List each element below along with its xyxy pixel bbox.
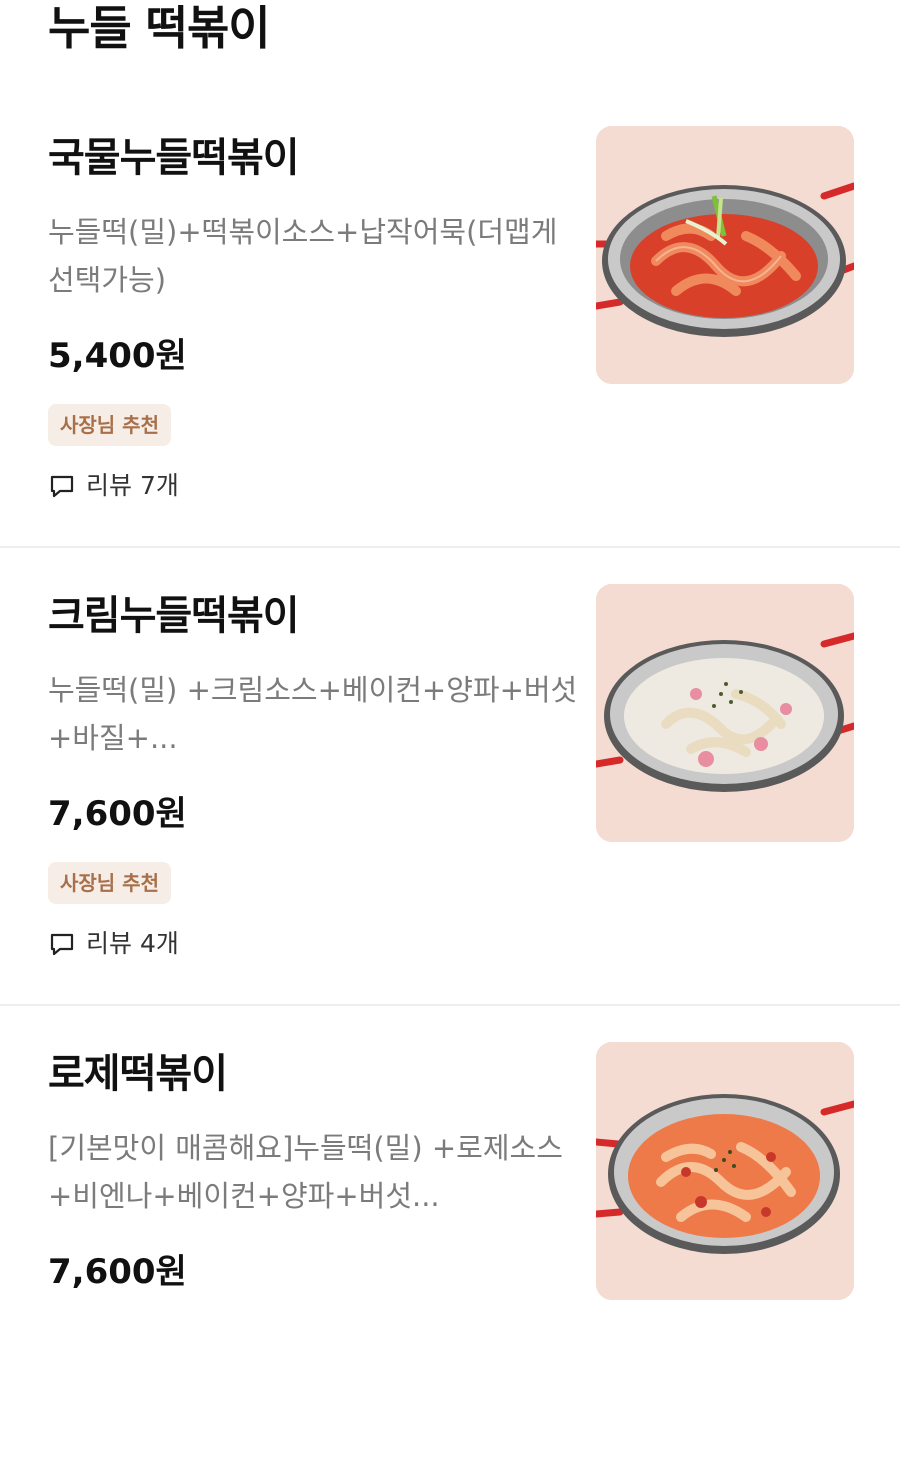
speech-bubble-icon (48, 930, 76, 958)
menu-item-info: 국물누들떡볶이 누들떡(밀)+떡볶이소스+납작어묵(더맵게 선택가능) 5,40… (48, 130, 578, 506)
menu-item-price: 7,600원 (48, 1252, 187, 1292)
menu-item-info: 로제떡볶이 [기본맛이 매콤해요]누들떡(밀) +로제소스+비엔나+베이컨+양파… (48, 1046, 578, 1296)
section-title: 누들 떡볶이 (48, 1, 271, 55)
menu-item-description: 누들떡(밀) +크림소스+베이컨+양파+버섯+바질+... (48, 673, 578, 755)
cream-tteokbokki-photo[interactable] (596, 584, 854, 842)
menu-item-description: 누들떡(밀)+떡볶이소스+납작어묵(더맵게 선택가능) (48, 215, 558, 297)
menu-item-cream-noodle-tteokbokki[interactable]: 크림누들떡볶이 누들떡(밀) +크림소스+베이컨+양파+버섯+바질+... 7,… (0, 548, 900, 1006)
menu-list: 국물누들떡볶이 누들떡(밀)+떡볶이소스+납작어묵(더맵게 선택가능) 5,40… (0, 90, 900, 1462)
menu-item-rose-tteokbokki[interactable]: 로제떡볶이 [기본맛이 매콤해요]누들떡(밀) +로제소스+비엔나+베이컨+양파… (0, 1006, 900, 1462)
menu-item-name: 크림누들떡볶이 (48, 593, 300, 639)
menu-item-name: 국물누들떡볶이 (48, 135, 300, 181)
menu-item-price: 7,600원 (48, 794, 187, 834)
red-tteokbokki-photo[interactable] (596, 126, 854, 384)
menu-item-info: 크림누들떡볶이 누들떡(밀) +크림소스+베이컨+양파+버섯+바질+... 7,… (48, 588, 578, 964)
rose-tteokbokki-photo[interactable] (596, 1042, 854, 1300)
menu-item-description: [기본맛이 매콤해요]누들떡(밀) +로제소스+비엔나+베이컨+양파+버섯... (48, 1131, 563, 1213)
review-count-label: 리뷰 4개 (86, 929, 179, 958)
review-count-label: 리뷰 7개 (86, 471, 179, 500)
owner-recommend-badge: 사장님 추천 (48, 862, 171, 904)
menu-item-name: 로제떡볶이 (48, 1051, 228, 1097)
menu-item-guksu-noodle-tteokbokki[interactable]: 국물누들떡볶이 누들떡(밀)+떡볶이소스+납작어묵(더맵게 선택가능) 5,40… (0, 90, 900, 548)
review-count[interactable]: 리뷰 7개 (48, 466, 578, 506)
speech-bubble-icon (48, 472, 76, 500)
review-count[interactable]: 리뷰 4개 (48, 924, 578, 964)
owner-recommend-badge: 사장님 추천 (48, 404, 171, 446)
menu-item-price: 5,400원 (48, 336, 187, 376)
